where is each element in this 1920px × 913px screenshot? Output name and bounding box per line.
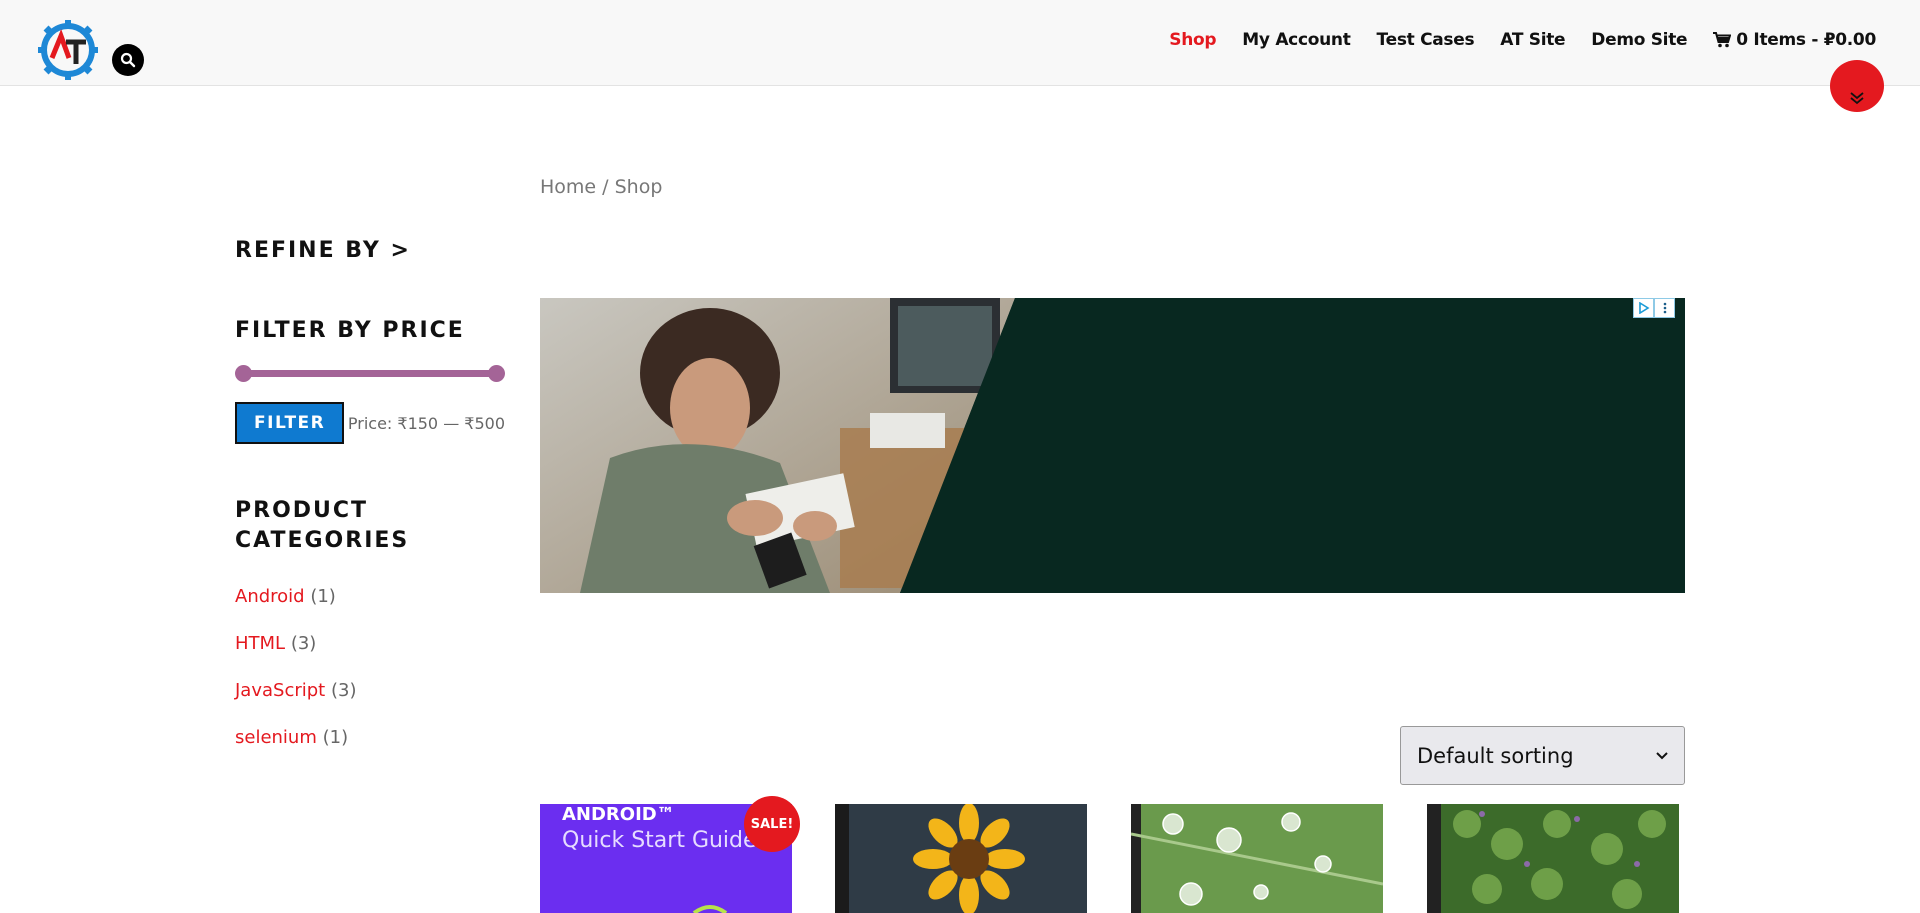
product-image-text: Quick Start Guide — [562, 828, 757, 853]
cart-link[interactable]: 0 Items - ₽0.00 — [1713, 30, 1876, 50]
site-logo[interactable] — [36, 18, 100, 82]
sorting-select[interactable]: Default sorting — [1400, 726, 1685, 785]
nav-shop[interactable]: Shop — [1169, 30, 1216, 50]
leaf-droplets-image — [1131, 804, 1383, 913]
category-item: HTML (3) — [235, 633, 505, 680]
category-link-android[interactable]: Android — [235, 586, 305, 607]
breadcrumb: Home / Shop — [540, 176, 662, 198]
category-list: Android (1) HTML (3) JavaScript (3) sele… — [235, 586, 505, 774]
category-count: (1) — [322, 727, 349, 748]
nav-my-account[interactable]: My Account — [1242, 30, 1351, 50]
refine-by-toggle[interactable]: REFINE BY > — [235, 236, 505, 266]
sorting-selected-value: Default sorting — [1417, 743, 1574, 768]
double-chevron-down-icon — [1850, 92, 1864, 105]
category-link-javascript[interactable]: JavaScript — [235, 680, 325, 701]
product-categories-title: PRODUCT CATEGORIES — [235, 498, 410, 553]
price-range-label: Price: ₹150 — ₹500 — [347, 413, 505, 433]
filter-button[interactable]: FILTER — [235, 402, 345, 444]
more-options-icon[interactable] — [1654, 298, 1675, 318]
category-count: (3) — [290, 633, 317, 654]
ad-choices-badge[interactable] — [1633, 298, 1675, 318]
cart-summary: 0 Items - ₽0.00 — [1736, 30, 1876, 50]
plants-image — [1427, 804, 1679, 913]
price-range-slider[interactable] — [235, 364, 505, 384]
category-count: (3) — [330, 680, 357, 701]
cart-icon — [1713, 32, 1732, 48]
product-image-text: ANDROID™ — [562, 804, 675, 825]
adchoices-icon — [1633, 298, 1654, 318]
site-header: Shop My Account Test Cases AT Site Demo … — [0, 0, 1920, 86]
sale-badge: SALE! — [744, 796, 800, 852]
main-nav: Shop My Account Test Cases AT Site Demo … — [1143, 30, 1876, 50]
chevron-down-icon — [1656, 751, 1668, 759]
sidebar: REFINE BY > FILTER BY PRICE FILTER Price… — [235, 236, 505, 774]
search-button[interactable] — [112, 44, 144, 76]
price-min-handle[interactable] — [235, 365, 252, 382]
breadcrumb-current: Shop — [614, 176, 663, 198]
nav-at-site[interactable]: AT Site — [1500, 30, 1565, 50]
product-thumbnail-leaf[interactable] — [1131, 804, 1383, 913]
breadcrumb-separator: / — [596, 176, 615, 198]
scroll-down-button[interactable] — [1830, 60, 1884, 112]
ad-photo — [540, 298, 1685, 593]
category-item: JavaScript (3) — [235, 680, 505, 727]
ad-banner[interactable] — [540, 298, 1685, 593]
category-link-selenium[interactable]: selenium — [235, 727, 317, 748]
nav-demo-site[interactable]: Demo Site — [1591, 30, 1687, 50]
product-thumbnail-sunflower[interactable] — [835, 804, 1087, 913]
product-thumbnail-plants[interactable] — [1427, 804, 1679, 913]
breadcrumb-home[interactable]: Home — [540, 176, 596, 198]
price-slider-track — [243, 370, 497, 377]
category-item: selenium (1) — [235, 727, 505, 774]
search-icon — [120, 52, 136, 68]
category-link-html[interactable]: HTML — [235, 633, 285, 654]
sunflower-image — [835, 804, 1087, 913]
nav-test-cases[interactable]: Test Cases — [1377, 30, 1475, 50]
category-item: Android (1) — [235, 586, 505, 633]
filter-by-price-title: FILTER BY PRICE — [235, 318, 465, 343]
price-max-handle[interactable] — [488, 365, 505, 382]
category-count: (1) — [310, 586, 336, 607]
